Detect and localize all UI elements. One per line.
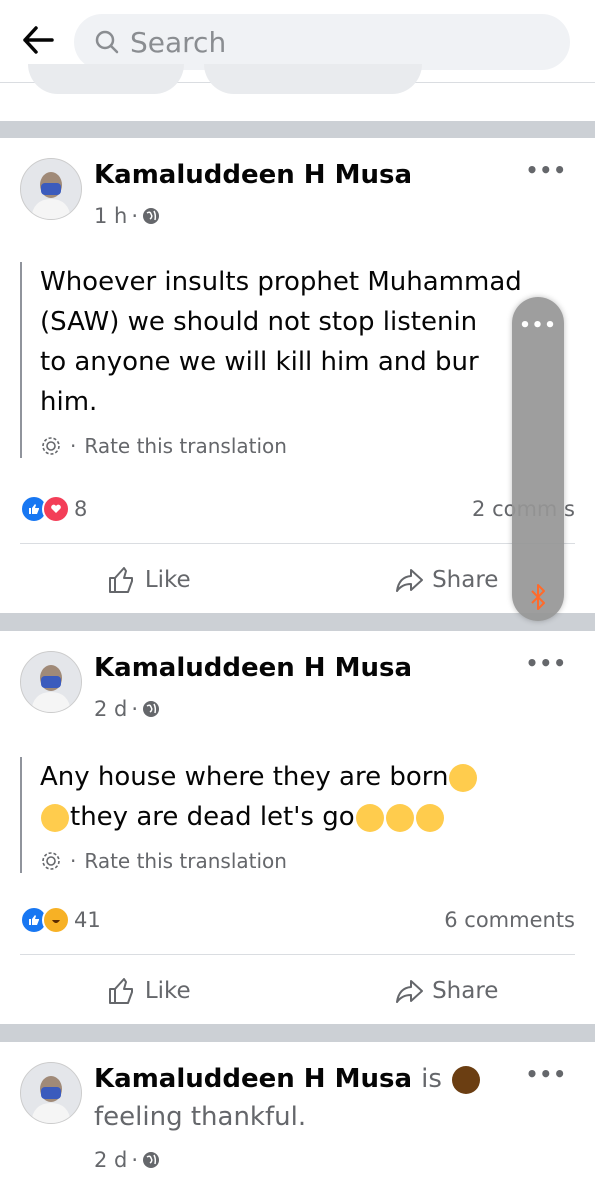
rate-translation[interactable]: · Rate this translation <box>40 434 570 458</box>
post-card: Kamaluddeen H Musa 2 d · ••• Any house wh… <box>0 631 595 1024</box>
gear-icon <box>42 852 60 870</box>
thumbs-up-icon <box>108 978 133 1004</box>
thumbs-up-icon <box>108 567 133 593</box>
avatar[interactable] <box>20 1062 82 1124</box>
eye-roll-emoji-icon <box>415 803 444 832</box>
eye-roll-emoji-icon <box>355 803 384 832</box>
avatar[interactable] <box>20 158 82 220</box>
section-separator <box>0 121 595 138</box>
gear-icon <box>42 437 60 455</box>
reaction-count: 8 <box>74 497 88 521</box>
post-body: Whoever insults prophet Muhammad (SAW) w… <box>20 262 570 458</box>
like-button[interactable]: Like <box>0 976 298 1006</box>
post-actions: Like Share <box>0 550 595 610</box>
reaction-count: 41 <box>74 908 101 932</box>
love-reaction-icon <box>42 495 70 523</box>
author-name[interactable]: Kamaluddeen H Musa <box>94 653 412 683</box>
globe-icon <box>143 208 160 224</box>
author-name[interactable]: Kamaluddeen H Musa <box>94 160 412 190</box>
post-card: Kamaluddeen H Musa 1 h · ••• Whoever insu… <box>0 138 595 613</box>
section-separator <box>0 613 595 631</box>
avatar[interactable] <box>20 651 82 713</box>
globe-icon <box>143 1152 160 1168</box>
like-label: Like <box>144 567 191 593</box>
like-button[interactable]: Like <box>0 565 298 595</box>
post-meta: 1 h · <box>94 204 160 228</box>
bluetooth-icon[interactable] <box>526 583 550 611</box>
search-input[interactable]: Search <box>74 14 570 70</box>
floating-side-panel[interactable]: ••• <box>512 297 564 621</box>
back-arrow-icon <box>23 26 54 54</box>
rate-translation-label[interactable]: Rate this translation <box>84 849 287 873</box>
feeling-prefix: is <box>421 1064 442 1094</box>
post-text-line: Whoever insults prophet Muhammad <box>40 267 522 297</box>
post-text-line: they are dead let's go <box>40 797 570 837</box>
post-text-line: him. <box>40 387 98 417</box>
back-button[interactable] <box>18 20 58 60</box>
post-time[interactable]: 1 h <box>94 204 127 228</box>
share-label: Share <box>432 567 499 593</box>
search-icon <box>95 30 119 54</box>
author-name[interactable]: Kamaluddeen H Musa <box>94 1064 412 1094</box>
more-options-button[interactable]: ••• <box>526 1062 567 1086</box>
smirk-emoji-icon <box>449 763 478 792</box>
post-text-line: (SAW) we should not stop listenin <box>40 307 478 337</box>
more-options-button[interactable]: ••• <box>526 158 567 182</box>
post-time[interactable]: 2 d <box>94 1148 127 1172</box>
more-options-button[interactable]: ••• <box>526 651 567 675</box>
thankful-emoji-icon <box>451 1065 480 1094</box>
post-time[interactable]: 2 d <box>94 697 127 721</box>
smirk-emoji-icon <box>41 803 69 832</box>
post-actions: Like Share <box>0 961 595 1021</box>
divider <box>20 543 575 544</box>
comments-count[interactable]: 6 comments <box>444 908 575 932</box>
share-button[interactable]: Share <box>298 976 595 1006</box>
section-separator <box>0 1024 595 1042</box>
post-text-line: to anyone we will kill him and bur <box>40 347 479 377</box>
globe-icon <box>143 701 160 717</box>
reactions-summary[interactable]: 41 <box>20 906 101 934</box>
feeling-text[interactable]: feeling thankful. <box>94 1102 306 1132</box>
search-placeholder: Search <box>130 25 227 59</box>
share-label: Share <box>432 978 499 1004</box>
eye-roll-emoji-icon <box>385 803 414 832</box>
reactions-summary[interactable]: 8 <box>20 495 87 523</box>
post-card: Kamaluddeen H Musa is feeling thankful. … <box>0 1042 595 1200</box>
share-arrow-icon <box>396 569 424 592</box>
post-body: Any house where they are born they are d… <box>20 757 570 873</box>
post-meta: 2 d · <box>94 697 160 721</box>
filter-chip[interactable] <box>204 64 422 94</box>
panel-menu-icon[interactable]: ••• <box>512 315 564 336</box>
rate-translation-label[interactable]: Rate this translation <box>84 434 287 458</box>
share-arrow-icon <box>396 980 424 1003</box>
post-header-line: Kamaluddeen H Musa is <box>94 1064 481 1094</box>
post-meta: 2 d · <box>94 1148 160 1172</box>
rate-translation[interactable]: · Rate this translation <box>40 849 570 873</box>
post-stats: 8 2 comm s <box>20 494 575 524</box>
like-label: Like <box>144 978 191 1004</box>
haha-reaction-icon <box>42 906 70 934</box>
post-stats: 41 6 comments <box>20 905 575 935</box>
post-text-line: Any house where they are born <box>40 757 570 797</box>
filter-chip[interactable] <box>28 64 184 94</box>
divider <box>20 954 575 955</box>
